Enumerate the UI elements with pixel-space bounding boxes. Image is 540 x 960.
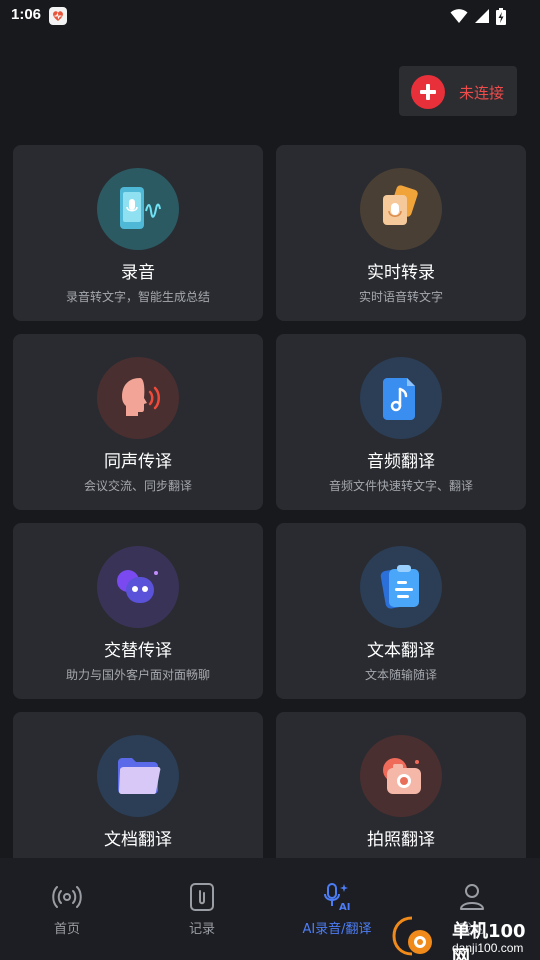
watermark: 单机100网 danji100.com <box>390 912 540 960</box>
ai-mic-icon: AI <box>322 882 352 912</box>
chat-bubble-icon <box>97 546 179 628</box>
user-icon <box>457 882 487 912</box>
card-subtitle: 录音转文字，智能生成总结 <box>65 290 210 304</box>
phone-recording-icon <box>97 168 179 250</box>
nav-tab-records[interactable]: 记录 <box>147 882 257 942</box>
card-text-translation[interactable]: 文本翻译 文本随输随译 <box>276 523 526 699</box>
card-title: 文本翻译 <box>367 641 435 661</box>
nav-label: 记录 <box>188 922 215 937</box>
card-subtitle: 音频文件快速转文字、翻译 <box>328 479 473 493</box>
card-subtitle: 助力与国外客户面对面畅聊 <box>65 668 210 682</box>
card-audio-translation[interactable]: 音频翻译 音频文件快速转文字、翻译 <box>276 334 526 510</box>
card-subtitle: 实时语音转文字 <box>358 290 443 304</box>
audio-file-icon <box>360 357 442 439</box>
nav-tab-home[interactable]: 首页 <box>12 882 122 942</box>
folder-icon <box>97 735 179 817</box>
broadcast-icon <box>52 882 82 912</box>
card-photo-translation[interactable]: 拍照翻译 <box>276 712 526 858</box>
card-title: 实时转录 <box>367 263 435 283</box>
card-title: 文档翻译 <box>104 830 172 850</box>
card-consecutive-interpretation[interactable]: 交替传译 助力与国外客户面对面畅聊 <box>13 523 263 699</box>
realtime-transcribe-icon <box>360 168 442 250</box>
watermark-subtitle: danji100.com <box>452 941 524 955</box>
nav-tab-ai-record-translate[interactable]: AI AI录音/翻译 <box>282 882 392 942</box>
document-text-icon <box>360 546 442 628</box>
card-document-translation[interactable]: 文档翻译 <box>13 712 263 858</box>
card-realtime-transcribe[interactable]: 实时转录 实时语音转文字 <box>276 145 526 321</box>
card-title: 同声传译 <box>104 452 172 472</box>
card-title: 交替传译 <box>104 641 172 661</box>
nav-label: 首页 <box>53 922 80 937</box>
nav-label: AI录音/翻译 <box>302 922 372 937</box>
card-title: 拍照翻译 <box>367 830 435 850</box>
speaking-head-icon <box>97 357 179 439</box>
svg-text:AI: AI <box>339 902 350 912</box>
watermark-logo-icon <box>392 916 432 956</box>
card-title: 音频翻译 <box>367 452 435 472</box>
card-recording[interactable]: 录音 录音转文字，智能生成总结 <box>13 145 263 321</box>
camera-icon <box>360 735 442 817</box>
card-simultaneous-interpretation[interactable]: 同声传译 会议交流、同步翻译 <box>13 334 263 510</box>
feature-grid: 录音 录音转文字，智能生成总结 实时转录 实时语音转文字 同声传译 会议交流、同… <box>0 0 540 858</box>
clip-document-icon <box>187 882 217 912</box>
card-title: 录音 <box>121 263 155 283</box>
card-subtitle: 文本随输随译 <box>364 668 437 682</box>
card-subtitle: 会议交流、同步翻译 <box>83 479 192 493</box>
